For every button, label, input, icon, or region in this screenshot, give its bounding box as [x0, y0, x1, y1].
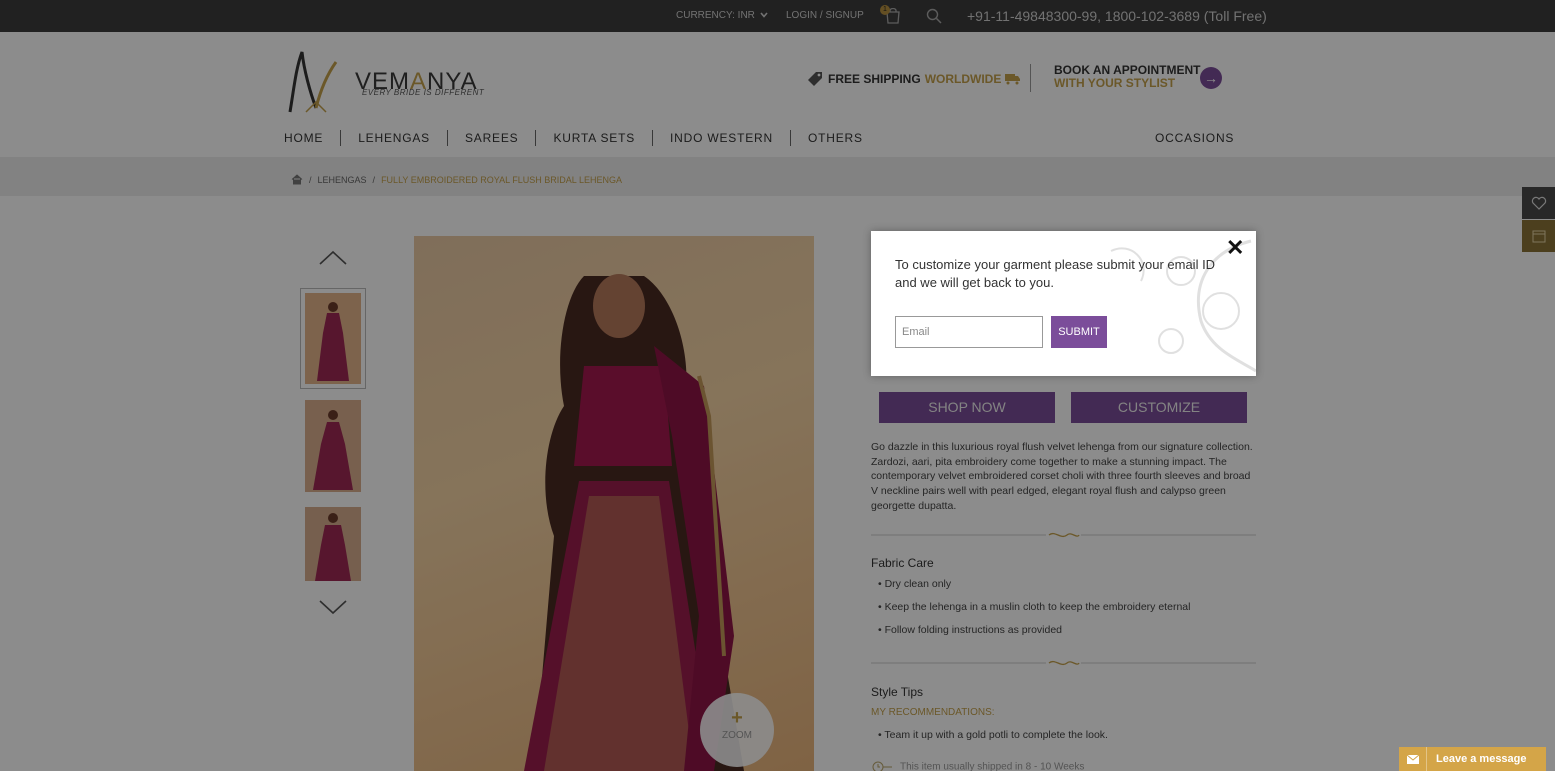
submit-button[interactable]: SUBMIT: [1051, 316, 1107, 348]
close-icon[interactable]: ✕: [1226, 235, 1244, 261]
envelope-icon: [1399, 747, 1427, 771]
leave-message-chat-widget[interactable]: Leave a message: [1399, 747, 1546, 771]
modal-backdrop[interactable]: [0, 0, 1555, 771]
modal-message: To customize your garment please submit …: [895, 257, 1216, 290]
email-input[interactable]: [895, 316, 1043, 348]
chat-label: Leave a message: [1436, 753, 1527, 765]
customize-email-modal: ✕ To customize your garment please submi…: [871, 231, 1256, 376]
